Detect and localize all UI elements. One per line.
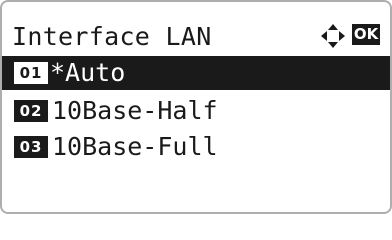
item-number-badge: 01 (14, 62, 48, 84)
page-title: Interface LAN (12, 22, 212, 51)
ok-button-icon[interactable]: OK (352, 24, 380, 45)
menu-item-label: 10Base-Half (52, 96, 218, 125)
item-number-badge: 02 (14, 100, 48, 122)
menu-item-label: 10Base-Full (52, 132, 218, 161)
header: Interface LAN OK (2, 16, 390, 58)
item-number-badge: 03 (14, 136, 48, 158)
menu-item-10base-full[interactable]: 03 10Base-Full (2, 130, 390, 164)
menu-item-auto[interactable]: 01 *Auto (2, 56, 390, 90)
menu-item-10base-half[interactable]: 02 10Base-Half (2, 94, 390, 128)
menu-item-label: *Auto (50, 58, 126, 87)
four-way-arrow-icon (321, 24, 345, 48)
lcd-screen: Interface LAN OK 01 *Auto 02 10Base-Half… (0, 0, 392, 214)
